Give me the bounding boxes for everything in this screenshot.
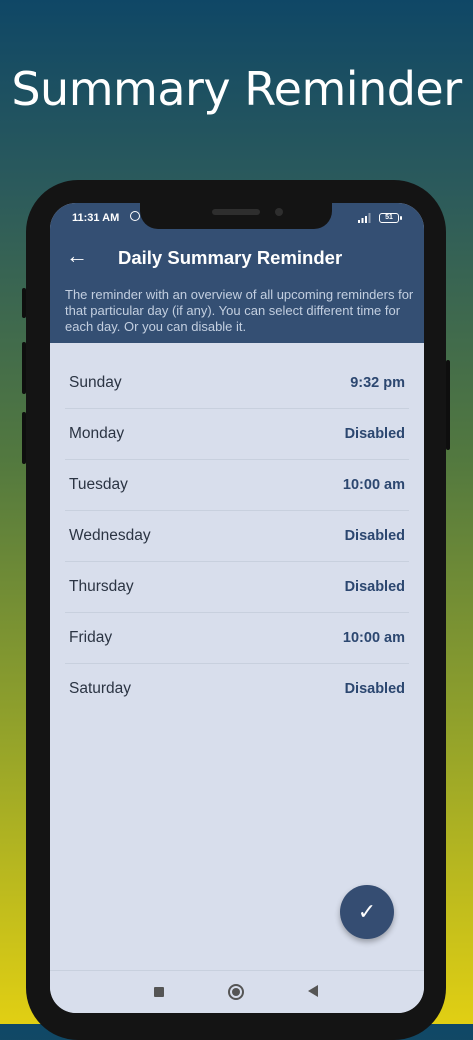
day-value: 9:32 pm — [350, 375, 405, 391]
side-button — [22, 412, 26, 464]
volume-button — [22, 288, 26, 318]
day-row-thursday[interactable]: Thursday Disabled — [65, 562, 409, 613]
day-row-monday[interactable]: Monday Disabled — [65, 409, 409, 460]
save-fab-button[interactable]: ✓ — [340, 885, 394, 939]
app-bar: ← Daily Summary Reminder The reminder wi… — [50, 231, 424, 343]
signal-icon — [358, 213, 371, 223]
day-value: Disabled — [344, 528, 405, 544]
day-row-wednesday[interactable]: Wednesday Disabled — [65, 511, 409, 562]
speaker — [212, 209, 260, 215]
day-row-tuesday[interactable]: Tuesday 10:00 am — [65, 460, 409, 511]
check-icon: ✓ — [357, 899, 377, 924]
page-description: The reminder with an overview of all upc… — [65, 287, 414, 334]
battery-icon: 51 — [379, 213, 402, 223]
arrow-left-icon[interactable]: ← — [64, 243, 90, 269]
day-value: Disabled — [344, 579, 405, 595]
day-row-friday[interactable]: Friday 10:00 am — [65, 613, 409, 664]
system-nav-bar — [50, 970, 424, 1013]
day-label: Tuesday — [69, 476, 128, 493]
day-value: 10:00 am — [342, 630, 405, 646]
day-label: Monday — [69, 425, 125, 442]
status-time: 11:31 AM — [72, 212, 120, 224]
day-list: Sunday 9:32 pm Monday Disabled Tuesday 1… — [65, 358, 409, 714]
promo-title: Summary Reminder — [11, 62, 462, 116]
day-row-saturday[interactable]: Saturday Disabled — [65, 664, 409, 714]
status-bar: 11:31 AM 51 — [50, 203, 424, 231]
day-value: Disabled — [344, 681, 405, 697]
day-label: Saturday — [69, 680, 132, 697]
day-row-sunday[interactable]: Sunday 9:32 pm — [65, 358, 409, 409]
day-value: 10:00 am — [342, 477, 405, 493]
right-button — [446, 360, 450, 450]
front-camera — [275, 208, 283, 216]
recents-icon[interactable] — [154, 987, 164, 997]
day-label: Sunday — [69, 374, 122, 391]
day-label: Wednesday — [69, 527, 151, 544]
power-button — [22, 342, 26, 394]
alarm-icon — [130, 211, 140, 221]
camera-notch — [140, 203, 332, 229]
phone-screen: 11:31 AM 51 ← Daily Summary Reminder The… — [50, 203, 424, 1013]
day-value: Disabled — [344, 426, 405, 442]
home-icon[interactable] — [228, 984, 244, 1000]
nav-back-icon[interactable] — [308, 985, 318, 997]
day-label: Friday — [69, 629, 113, 646]
day-label: Thursday — [69, 578, 134, 595]
page-title: Daily Summary Reminder — [118, 247, 343, 268]
